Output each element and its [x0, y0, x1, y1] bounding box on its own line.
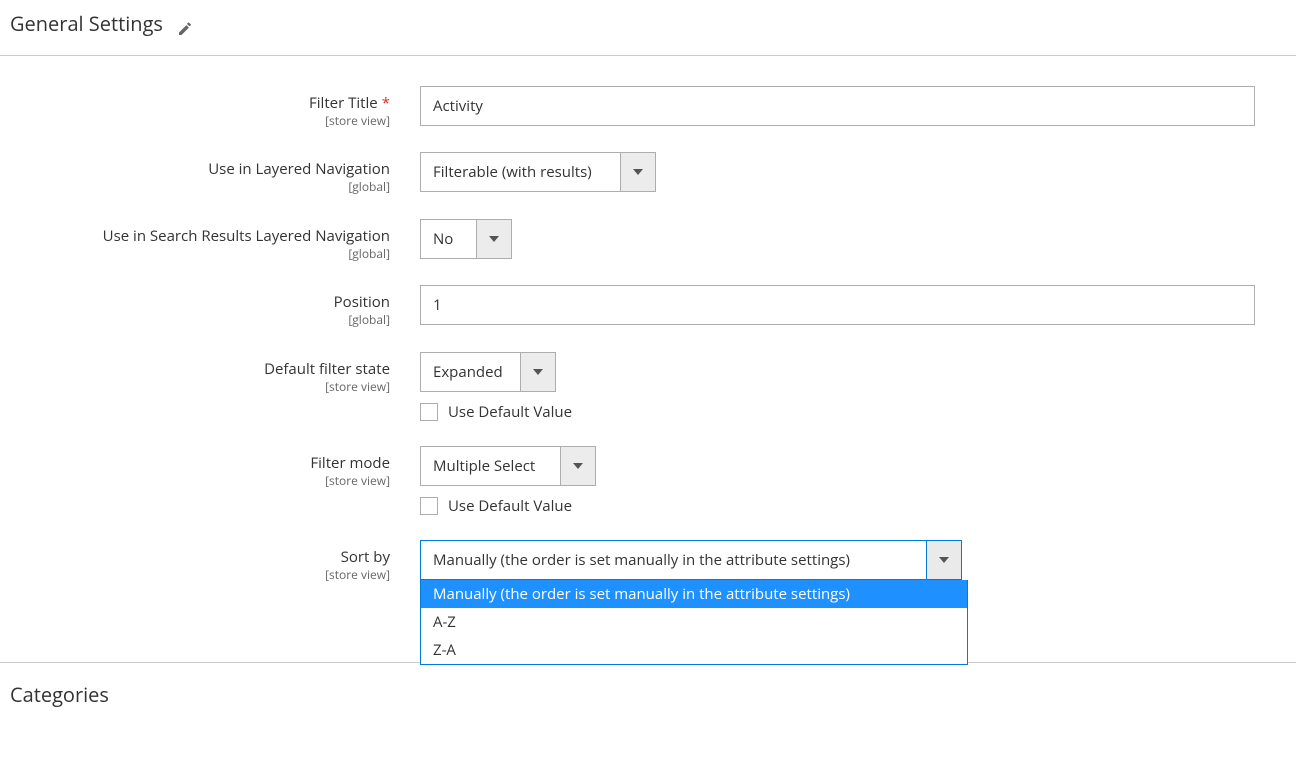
- chevron-down-icon: [533, 369, 543, 375]
- label-layered-nav: Use in Layered Navigation [global]: [10, 152, 420, 194]
- layered-nav-value: Filterable (with results): [420, 152, 620, 192]
- sort-by-option[interactable]: Manually (the order is set manually in t…: [421, 580, 967, 608]
- sort-by-option[interactable]: Z-A: [421, 636, 967, 664]
- sort-by-option[interactable]: A-Z: [421, 608, 967, 636]
- use-default-label: Use Default Value: [448, 496, 572, 516]
- row-search-layered-nav: Use in Search Results Layered Navigation…: [10, 219, 1286, 261]
- chevron-down-icon: [573, 463, 583, 469]
- layered-nav-select[interactable]: Filterable (with results): [420, 152, 656, 192]
- section-title: General Settings: [10, 10, 163, 37]
- label-sort-by: Sort by [store view]: [10, 540, 420, 582]
- default-state-select[interactable]: Expanded: [420, 352, 556, 392]
- chevron-down-icon: [633, 169, 643, 175]
- search-layered-nav-value: No: [420, 219, 476, 259]
- section-header-categories: Categories: [0, 663, 1296, 714]
- row-layered-nav: Use in Layered Navigation [global] Filte…: [10, 152, 1286, 194]
- row-default-state: Default filter state [store view] Expand…: [10, 352, 1286, 422]
- section-header-general-settings: General Settings: [0, 0, 1296, 56]
- general-settings-form: Filter Title* [store view] Use in Layere…: [0, 56, 1296, 622]
- label-filter-title: Filter Title* [store view]: [10, 86, 420, 128]
- required-asterisk: *: [382, 93, 390, 113]
- label-filter-mode: Filter mode [store view]: [10, 446, 420, 488]
- filter-mode-value: Multiple Select: [420, 446, 560, 486]
- sort-by-toggle[interactable]: [926, 540, 962, 580]
- row-sort-by: Sort by [store view] Manually (the order…: [10, 540, 1286, 582]
- row-filter-title: Filter Title* [store view]: [10, 86, 1286, 128]
- filter-mode-select[interactable]: Multiple Select: [420, 446, 596, 486]
- chevron-down-icon: [939, 557, 949, 563]
- filter-mode-toggle[interactable]: [560, 446, 596, 486]
- label-position: Position [global]: [10, 285, 420, 327]
- checkbox-icon[interactable]: [420, 497, 438, 515]
- chevron-down-icon: [489, 236, 499, 242]
- row-filter-mode: Filter mode [store view] Multiple Select…: [10, 446, 1286, 516]
- filter-mode-use-default[interactable]: Use Default Value: [420, 496, 1255, 516]
- label-search-layered-nav: Use in Search Results Layered Navigation…: [10, 219, 420, 261]
- edit-icon[interactable]: [177, 16, 193, 32]
- sort-by-value: Manually (the order is set manually in t…: [420, 540, 926, 580]
- default-state-use-default[interactable]: Use Default Value: [420, 402, 1255, 422]
- categories-title: Categories: [10, 681, 109, 708]
- use-default-label: Use Default Value: [448, 402, 572, 422]
- default-state-value: Expanded: [420, 352, 520, 392]
- default-state-toggle[interactable]: [520, 352, 556, 392]
- row-position: Position [global]: [10, 285, 1286, 327]
- search-layered-nav-toggle[interactable]: [476, 219, 512, 259]
- label-default-state: Default filter state [store view]: [10, 352, 420, 394]
- sort-by-select[interactable]: Manually (the order is set manually in t…: [420, 540, 962, 580]
- filter-title-input[interactable]: [420, 86, 1255, 126]
- layered-nav-toggle[interactable]: [620, 152, 656, 192]
- sort-by-dropdown: Manually (the order is set manually in t…: [420, 580, 968, 665]
- position-input[interactable]: [420, 285, 1255, 325]
- search-layered-nav-select[interactable]: No: [420, 219, 512, 259]
- checkbox-icon[interactable]: [420, 403, 438, 421]
